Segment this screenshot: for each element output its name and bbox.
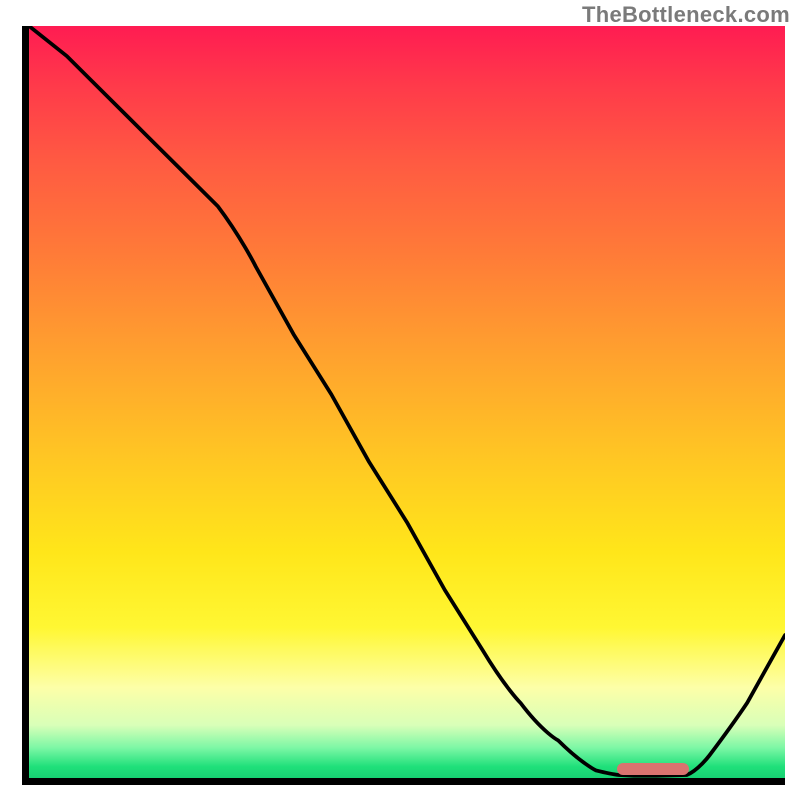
chart-container: TheBottleneck.com [0,0,800,800]
watermark-label: TheBottleneck.com [582,2,790,28]
plot-frame [22,26,785,785]
bottleneck-curve [29,26,785,778]
plot-area [29,26,785,778]
optimal-range-marker [617,763,689,775]
